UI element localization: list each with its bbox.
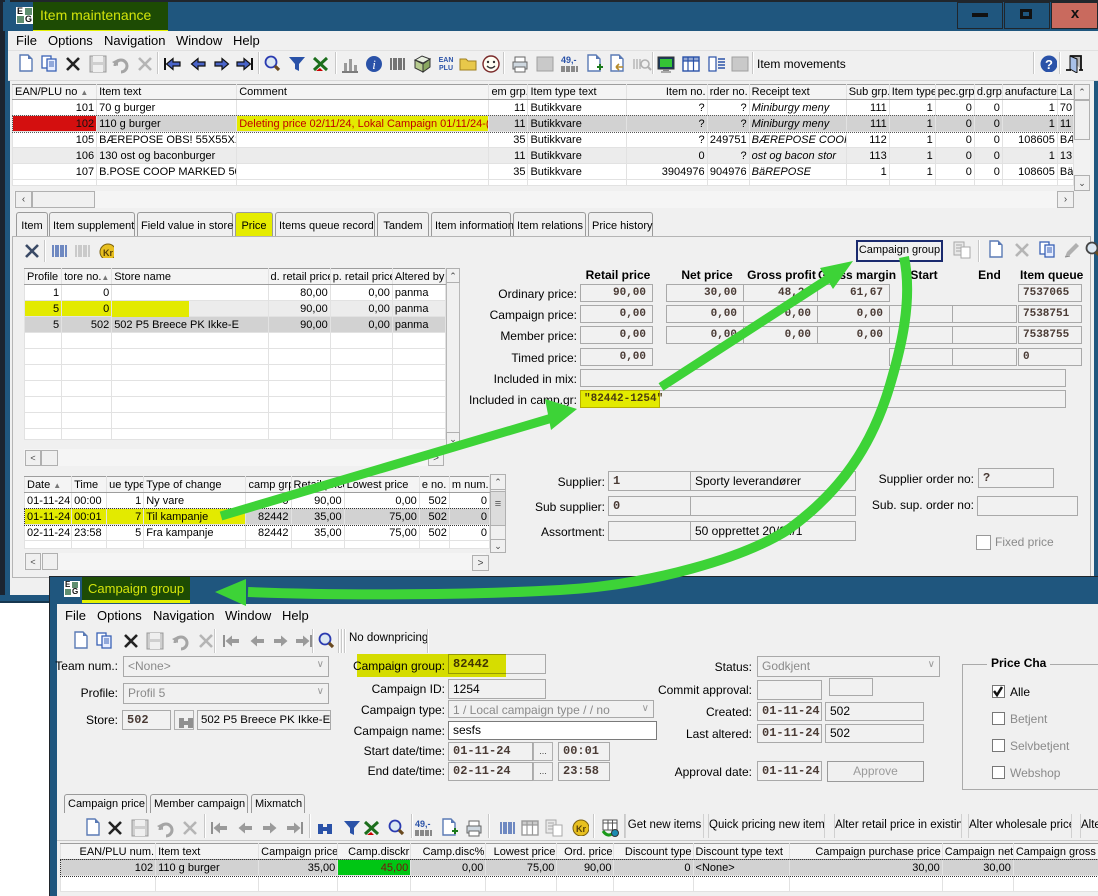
svg-text:Kr: Kr	[103, 248, 113, 258]
svg-text:i: i	[372, 57, 376, 72]
svg-text:49,-: 49,-	[415, 819, 431, 829]
svg-text:PLU: PLU	[439, 65, 453, 72]
svg-text:EAN: EAN	[439, 57, 454, 64]
svg-text:Kr: Kr	[576, 824, 586, 834]
svg-text:49,-: 49,-	[561, 55, 577, 65]
svg-text:?: ?	[1045, 57, 1053, 72]
